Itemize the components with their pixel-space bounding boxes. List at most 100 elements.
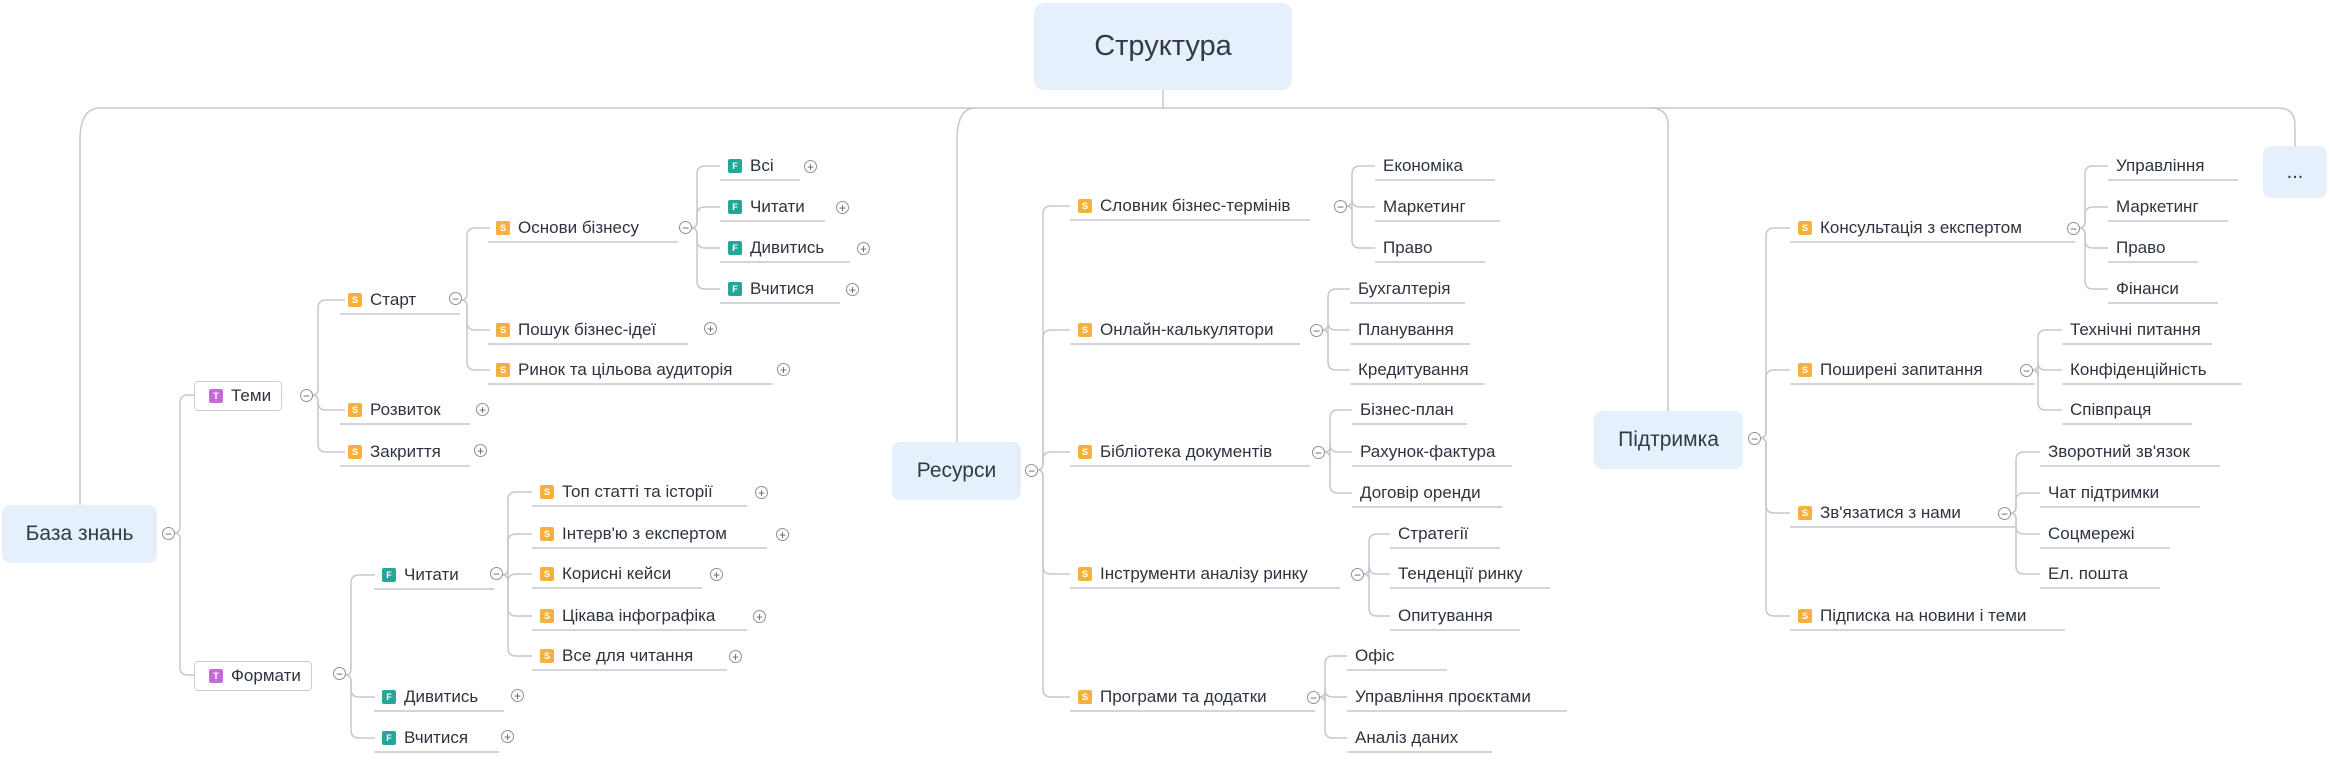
leaf-topic[interactable]: Ел. пошта [2040, 560, 2128, 588]
collapse-icon[interactable]: − [1307, 691, 1320, 704]
expand-icon[interactable]: + [511, 689, 524, 702]
connector-line [1036, 469, 1070, 575]
more-topic-button[interactable]: ... [2263, 146, 2327, 198]
topic-node[interactable]: S Програми та додатки [1070, 683, 1267, 711]
topic-label: Маркетинг [2116, 197, 2199, 216]
leaf-topic[interactable]: Офіс [1347, 642, 1395, 670]
topic-node[interactable]: T Теми [194, 381, 283, 411]
topic-node[interactable]: F Вчитися [374, 724, 468, 752]
topic-node[interactable]: S Основи бізнесу [488, 214, 639, 242]
main-topic-resources[interactable]: Ресурси [892, 442, 1021, 500]
expand-icon[interactable]: + [476, 403, 489, 416]
topic-node[interactable]: F Дивитись [374, 683, 478, 711]
collapse-icon[interactable]: − [1998, 507, 2011, 520]
topic-node[interactable]: F Дивитись [720, 234, 824, 262]
topic-node[interactable]: S Словник бізнес-термінів [1070, 192, 1290, 220]
leaf-topic[interactable]: Аналіз даних [1347, 724, 1458, 752]
collapse-icon[interactable]: − [490, 567, 503, 580]
topic-node[interactable]: S Поширені запитання [1790, 356, 1983, 384]
expand-icon[interactable]: + [729, 650, 742, 663]
topic-node[interactable]: S Ринок та цільова аудиторія [488, 356, 732, 384]
leaf-topic[interactable]: Маркетинг [1375, 193, 1466, 221]
leaf-topic[interactable]: Бізнес-план [1352, 396, 1454, 424]
expand-icon[interactable]: + [804, 160, 817, 173]
topic-node[interactable]: S Інструменти аналізу ринку [1070, 560, 1308, 588]
collapse-icon[interactable]: − [1312, 446, 1325, 459]
topic-node[interactable]: T Формати [194, 661, 312, 691]
collapse-icon[interactable]: − [300, 389, 313, 402]
connector-line [79, 107, 2296, 146]
connector-line [2078, 227, 2108, 290]
leaf-topic[interactable]: Бухгалтерія [1350, 275, 1450, 303]
leaf-topic[interactable]: Тенденції ринку [1390, 560, 1522, 588]
topic-node[interactable]: S Старт [340, 286, 416, 314]
collapse-icon[interactable]: − [2067, 222, 2080, 235]
leaf-topic[interactable]: Фінанси [2108, 275, 2179, 303]
topic-node[interactable]: S Закриття [340, 438, 441, 466]
expand-icon[interactable]: + [776, 528, 789, 541]
expand-icon[interactable]: + [474, 444, 487, 457]
root-topic[interactable]: Структура [1034, 3, 1292, 90]
collapse-icon[interactable]: − [2020, 364, 2033, 377]
topic-node[interactable]: F Всі [720, 152, 774, 180]
expand-icon[interactable]: + [501, 730, 514, 743]
main-topic-support[interactable]: Підтримка [1594, 411, 1743, 469]
badge-icon: T [209, 389, 223, 403]
leaf-topic[interactable]: Планування [1350, 316, 1454, 344]
topic-node[interactable]: S Пошук бізнес-ідеї [488, 316, 656, 344]
leaf-topic[interactable]: Соцмережі [2040, 520, 2134, 548]
collapse-icon[interactable]: − [449, 292, 462, 305]
expand-icon[interactable]: + [704, 322, 717, 335]
leaf-topic[interactable]: Управління проєктами [1347, 683, 1531, 711]
collapse-icon[interactable]: − [1310, 324, 1323, 337]
topic-node[interactable]: F Читати [720, 193, 805, 221]
expand-icon[interactable]: + [755, 486, 768, 499]
leaf-topic[interactable]: Опитування [1390, 602, 1493, 630]
topic-node[interactable]: S Цікава інфографіка [532, 602, 715, 630]
leaf-topic[interactable]: Право [2108, 234, 2165, 262]
topic-node[interactable]: S Все для читання [532, 642, 693, 670]
expand-icon[interactable]: + [710, 568, 723, 581]
expand-icon[interactable]: + [836, 201, 849, 214]
collapse-icon[interactable]: − [162, 527, 175, 540]
collapse-icon[interactable]: − [1334, 200, 1347, 213]
leaf-topic[interactable]: Економіка [1375, 152, 1463, 180]
connector-line [344, 674, 375, 739]
leaf-topic[interactable]: Маркетинг [2108, 193, 2199, 221]
leaf-topic[interactable]: Кредитування [1350, 356, 1469, 384]
topic-node[interactable]: S Корисні кейси [532, 560, 671, 588]
topic-node[interactable]: F Читати [374, 561, 459, 589]
connector-line [1318, 696, 1347, 739]
topic-node[interactable]: S Розвиток [340, 396, 441, 424]
leaf-topic[interactable]: Управління [2108, 152, 2204, 180]
topic-node[interactable]: S Онлайн-калькулятори [1070, 316, 1273, 344]
leaf-topic[interactable]: Стратегії [1390, 520, 1468, 548]
leaf-topic[interactable]: Технічні питання [2062, 316, 2201, 344]
expand-icon[interactable]: + [777, 363, 790, 376]
leaf-topic[interactable]: Співпраця [2062, 396, 2151, 424]
leaf-topic[interactable]: Зворотний зв'язок [2040, 438, 2190, 466]
topic-node[interactable]: S Зв'язатися з нами [1790, 499, 1961, 527]
leaf-topic[interactable]: Чат підтримки [2040, 479, 2159, 507]
expand-icon[interactable]: + [857, 242, 870, 255]
main-topic-knowledge-base[interactable]: База знань [2, 505, 157, 563]
badge-icon: F [382, 690, 396, 704]
collapse-icon[interactable]: − [1748, 432, 1761, 445]
topic-label: Цікава інфографіка [562, 606, 716, 625]
expand-icon[interactable]: + [753, 610, 766, 623]
collapse-icon[interactable]: − [333, 667, 346, 680]
topic-node[interactable]: S Підписка на новини і теми [1790, 602, 2026, 630]
leaf-topic[interactable]: Рахунок-фактура [1352, 438, 1495, 466]
collapse-icon[interactable]: − [679, 221, 692, 234]
topic-node[interactable]: S Бібліотека документів [1070, 438, 1272, 466]
topic-node[interactable]: S Топ статті та історії [532, 478, 713, 506]
expand-icon[interactable]: + [846, 283, 859, 296]
topic-node[interactable]: S Консультація з експертом [1790, 214, 2022, 242]
collapse-icon[interactable]: − [1351, 568, 1364, 581]
topic-node[interactable]: S Інтерв'ю з експертом [532, 520, 727, 548]
leaf-topic[interactable]: Право [1375, 234, 1432, 262]
collapse-icon[interactable]: − [1025, 464, 1038, 477]
leaf-topic[interactable]: Конфіденційність [2062, 356, 2207, 384]
topic-node[interactable]: F Вчитися [720, 275, 814, 303]
leaf-topic[interactable]: Договір оренди [1352, 479, 1481, 507]
